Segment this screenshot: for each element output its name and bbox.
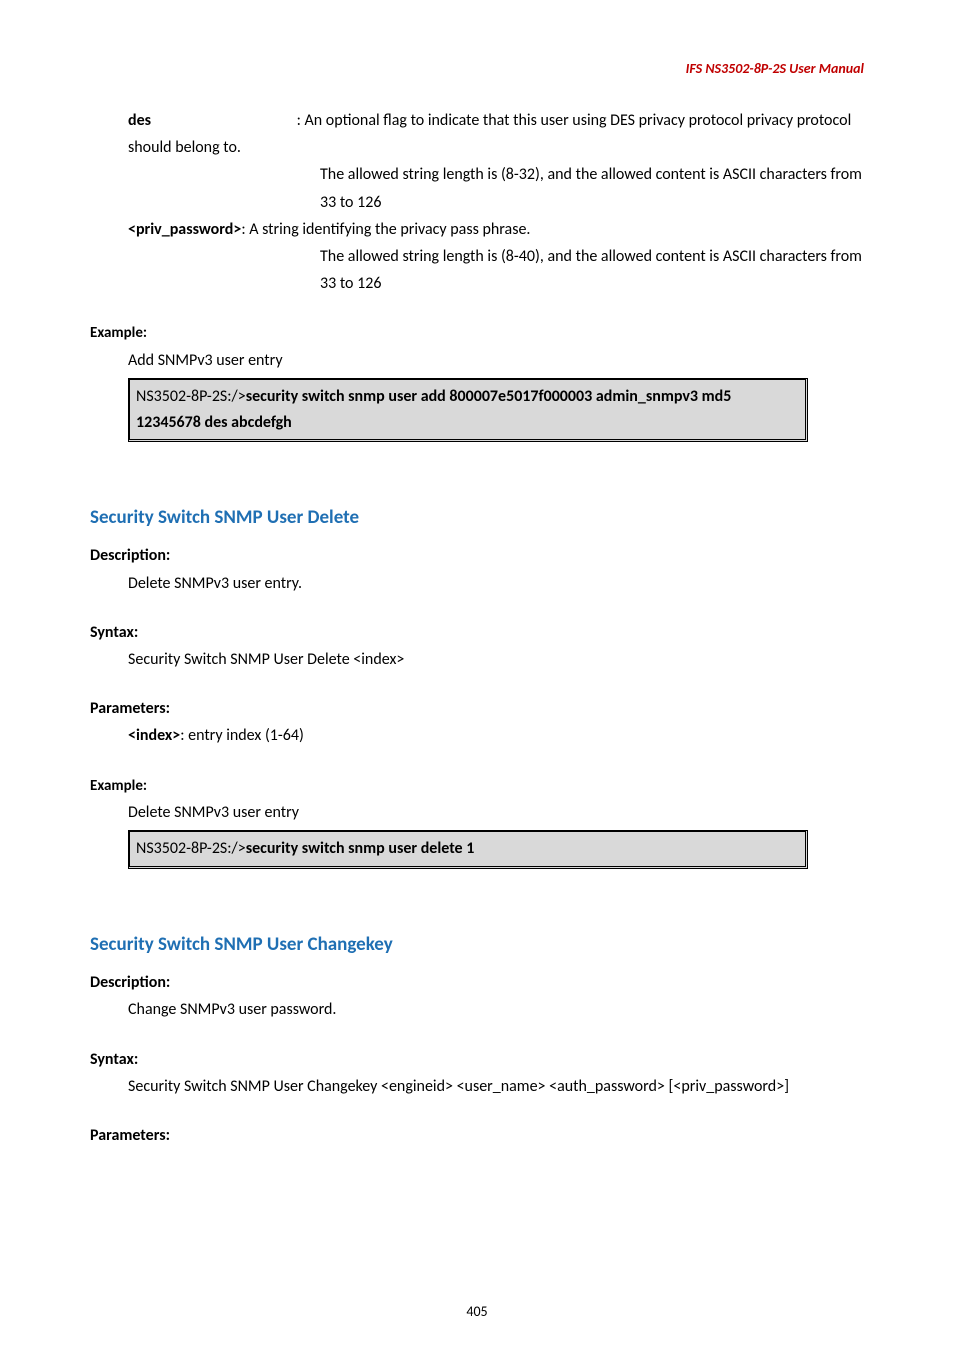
parameters-label-b: Parameters:	[90, 1122, 864, 1149]
code-2-prefix: NS3502-8P-2S:/>	[136, 839, 246, 858]
syntax-a: Security Switch SNMP User Delete <index>	[128, 646, 864, 673]
example-2-desc: Delete SNMPv3 user entry	[128, 799, 864, 826]
parameters-label-a: Parameters:	[90, 695, 864, 722]
description-a: Delete SNMPv3 user entry.	[128, 570, 864, 597]
param-priv-password-term: <priv_password>	[128, 220, 241, 239]
param-index: <index>: entry index (1-64)	[128, 722, 864, 749]
example-label-1: Example:	[90, 321, 864, 347]
example-label-2: Example:	[90, 774, 864, 800]
param-des-term: des	[128, 107, 293, 134]
code-2-cmd: security switch snmp user delete 1	[246, 839, 475, 858]
description-label-a: Description:	[90, 542, 864, 569]
param-index-term: <index>	[128, 726, 180, 745]
param-des-note: The allowed string length is (8-32), and…	[320, 161, 864, 215]
syntax-b: Security Switch SNMP User Changekey <eng…	[128, 1073, 864, 1100]
param-index-desc: : entry index (1-64)	[180, 726, 304, 745]
code-1-prefix: NS3502-8P-2S:/>	[136, 387, 246, 406]
heading-snmp-user-delete: Security Switch SNMP User Delete	[90, 502, 864, 534]
param-priv-password-note: The allowed string length is (8-40), and…	[320, 243, 864, 297]
heading-snmp-user-changekey: Security Switch SNMP User Changekey	[90, 929, 864, 961]
code-box-2: NS3502-8P-2S:/>security switch snmp user…	[128, 830, 808, 869]
code-box-1: NS3502-8P-2S:/>security switch snmp user…	[128, 378, 808, 442]
param-priv-password-desc: : A string identifying the privacy pass …	[241, 220, 530, 239]
param-priv-password: <priv_password>: A string identifying th…	[128, 216, 864, 243]
example-1-desc: Add SNMPv3 user entry	[128, 347, 864, 374]
page-header: IFS NS3502-8P-2S User Manual	[90, 60, 864, 77]
description-b: Change SNMPv3 user password.	[128, 996, 864, 1023]
description-label-b: Description:	[90, 969, 864, 996]
syntax-label-b: Syntax:	[90, 1046, 864, 1073]
param-des: des : An optional flag to indicate that …	[128, 107, 864, 161]
syntax-label-a: Syntax:	[90, 619, 864, 646]
page-number: 405	[0, 1303, 954, 1320]
